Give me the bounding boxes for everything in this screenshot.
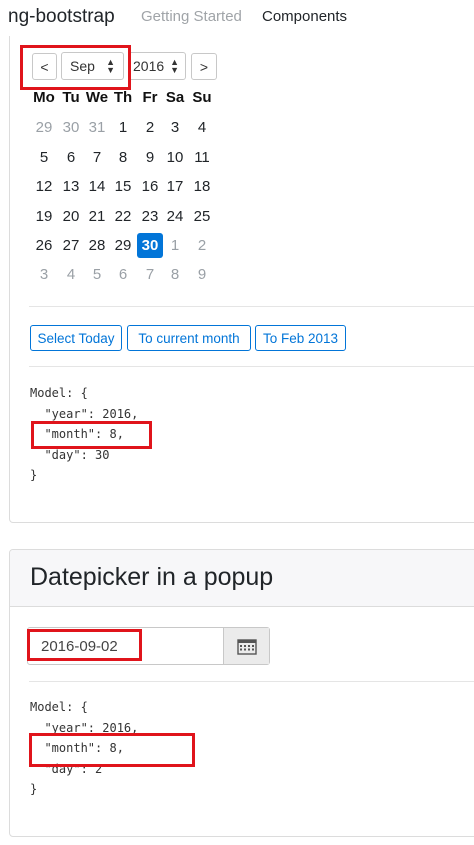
calendar-day[interactable]: 6	[58, 145, 84, 170]
calendar-day[interactable]: 31	[84, 115, 110, 140]
calendar-day[interactable]: 8	[162, 262, 188, 287]
calendar-day[interactable]: 3	[31, 262, 57, 287]
calendar-day[interactable]: 3	[162, 115, 188, 140]
model-line: Model: {	[30, 386, 88, 400]
calendar-day[interactable]: 25	[189, 204, 215, 229]
nav-link-components[interactable]: Components	[262, 8, 347, 25]
model-line: "month": 8,	[30, 427, 124, 441]
calendar-day[interactable]: 27	[58, 233, 84, 258]
calendar-day[interactable]: 7	[137, 262, 163, 287]
calendar-day[interactable]: 16	[137, 174, 163, 199]
weekday-header: We	[85, 89, 109, 106]
month-select-value: Sep	[70, 58, 95, 74]
card-header: Datepicker in a popup	[10, 550, 474, 607]
model-line: "year": 2016,	[30, 406, 139, 421]
to-current-month-button[interactable]: To current month	[127, 325, 251, 351]
calendar-day[interactable]: 30	[58, 115, 84, 140]
calendar-day[interactable]: 12	[31, 174, 57, 199]
calendar-day[interactable]: 29	[110, 233, 136, 258]
calendar-day[interactable]: 10	[162, 145, 188, 170]
select-today-button[interactable]: Select Today	[30, 325, 122, 351]
model-output: Model: { "year": 2016, "month": 8, "day"…	[30, 697, 138, 800]
calendar-day[interactable]: 20	[58, 204, 84, 229]
month-select[interactable]: Sep ▲ ▼	[61, 52, 124, 80]
weekday-header: Th	[113, 89, 133, 106]
date-input-group	[27, 627, 270, 665]
calendar-day[interactable]: 13	[58, 174, 84, 199]
calendar-day[interactable]: 15	[110, 174, 136, 199]
calendar-toggle-button[interactable]	[223, 628, 269, 664]
calendar-day[interactable]: 4	[58, 262, 84, 287]
calendar-day[interactable]: 28	[84, 233, 110, 258]
sort-caret-icon: ▲ ▼	[106, 57, 115, 75]
year-select[interactable]: 2016 ▲ ▼	[128, 52, 186, 80]
divider	[29, 306, 474, 307]
weekday-header: Su	[192, 89, 212, 106]
calendar-day[interactable]: 5	[84, 262, 110, 287]
divider	[29, 681, 474, 682]
weekday-header: Mo	[33, 89, 55, 106]
divider	[29, 366, 474, 367]
next-month-button[interactable]: >	[191, 53, 217, 80]
calendar-day[interactable]: 24	[162, 204, 188, 229]
nav-link-getting-started[interactable]: Getting Started	[141, 8, 242, 25]
calendar-day[interactable]: 23	[137, 204, 163, 229]
model-output: Model: { "year": 2016, "month": 8, "day"…	[30, 383, 138, 486]
calendar-day[interactable]: 2	[137, 115, 163, 140]
calendar-day[interactable]: 7	[84, 145, 110, 170]
calendar-day[interactable]: 1	[162, 233, 188, 258]
calendar-day[interactable]: 22	[110, 204, 136, 229]
calendar-day-selected[interactable]: 30	[137, 233, 163, 258]
weekday-header: Sa	[165, 89, 185, 106]
calendar-day[interactable]: 14	[84, 174, 110, 199]
calendar-day[interactable]: 17	[162, 174, 188, 199]
calendar-day[interactable]: 18	[189, 174, 215, 199]
model-line: "day": 2	[30, 761, 103, 776]
calendar-day[interactable]: 9	[137, 145, 163, 170]
section-title: Datepicker in a popup	[30, 563, 274, 591]
calendar-day[interactable]: 4	[189, 115, 215, 140]
calendar-day[interactable]: 11	[189, 145, 215, 170]
model-line: }	[30, 782, 38, 796]
model-line: "day": 30	[30, 447, 110, 462]
model-line: "month": 8,	[30, 741, 124, 755]
model-line: "year": 2016,	[30, 720, 139, 735]
calendar-day[interactable]: 6	[110, 262, 136, 287]
calendar-day[interactable]: 26	[31, 233, 57, 258]
calendar-day[interactable]: 5	[31, 145, 57, 170]
calendar-icon	[236, 638, 257, 655]
calendar-day[interactable]: 9	[189, 262, 215, 287]
model-line: }	[30, 468, 38, 482]
calendar-day[interactable]: 19	[31, 204, 57, 229]
prev-month-button[interactable]: <	[32, 53, 57, 80]
calendar-day[interactable]: 2	[189, 233, 215, 258]
calendar-day[interactable]: 29	[31, 115, 57, 140]
to-feb-2013-button[interactable]: To Feb 2013	[255, 325, 346, 351]
date-input[interactable]	[28, 628, 224, 664]
weekday-header: Fr	[142, 89, 158, 106]
model-line: Model: {	[30, 700, 88, 714]
navbar-brand[interactable]: ng-bootstrap	[8, 6, 115, 28]
calendar-day[interactable]: 21	[84, 204, 110, 229]
sort-caret-icon: ▲ ▼	[170, 57, 179, 75]
year-select-value: 2016	[133, 58, 165, 74]
calendar-day[interactable]: 1	[110, 115, 136, 140]
weekday-header: Tu	[62, 89, 80, 106]
calendar-day[interactable]: 8	[110, 145, 136, 170]
